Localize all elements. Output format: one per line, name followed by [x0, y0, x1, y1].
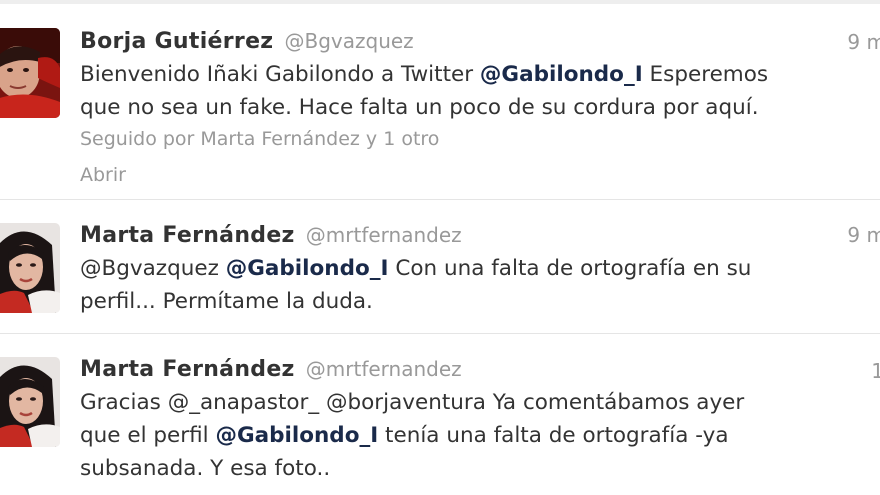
mention-link[interactable]: @_anapastor_	[168, 390, 319, 415]
tweet-text: Bienvenido Iñaki Gabilondo a Twitter @Ga…	[80, 58, 870, 124]
tweet-header: Borja Gutiérrez @Bgvazquez	[80, 24, 414, 58]
mention-link[interactable]: @Gabilondo_I	[480, 62, 643, 87]
tweet-text: Gracias @_anapastor_ @borjaventura Ya co…	[80, 386, 870, 485]
avatar[interactable]	[0, 28, 60, 118]
text-segment: Esperemos	[642, 62, 769, 87]
mention-link[interactable]: @Gabilondo_I	[226, 256, 389, 281]
author-screen-name[interactable]: @mrtfernandez	[306, 357, 462, 381]
text-segment: que el perfil	[80, 423, 216, 448]
author-screen-name[interactable]: @mrtfernandez	[306, 223, 462, 247]
text-segment: tenía una falta de ortografía -ya	[378, 423, 729, 448]
tweet-1[interactable]: Borja Gutiérrez @Bgvazquez 9 m Bienvenid…	[0, 4, 880, 200]
avatar[interactable]	[0, 223, 60, 313]
tweet-text-line: @Bgvazquez @Gabilondo_I Con una falta de…	[80, 252, 870, 285]
text-segment: Ya comentábamos ayer	[485, 390, 745, 415]
tweet-text-line: Bienvenido Iñaki Gabilondo a Twitter @Ga…	[80, 58, 870, 91]
text-segment: Con una falta de ortografía en su	[388, 256, 752, 281]
avatar-marta-image	[0, 357, 60, 447]
avatar-borja-image	[0, 28, 60, 118]
avatar[interactable]	[0, 357, 60, 447]
author-screen-name[interactable]: @Bgvazquez	[285, 29, 414, 53]
tweet-timestamp[interactable]: 9 m	[847, 223, 880, 247]
tweet-timestamp[interactable]: 9 m	[847, 30, 880, 54]
tweet-3[interactable]: Marta Fernández @mrtfernandez 1 Gracias …	[0, 335, 880, 495]
author-name[interactable]: Marta Fernández	[80, 357, 295, 382]
followed-by-text[interactable]: Seguido por Marta Fernández y 1 otro	[80, 128, 439, 150]
tweet-text-line: subsanada. Y esa foto..	[80, 456, 331, 481]
author-name[interactable]: Marta Fernández	[80, 223, 295, 248]
mention-link[interactable]: @Gabilondo_I	[215, 423, 378, 448]
tweet-text-line: que el perfil @Gabilondo_I tenía una fal…	[80, 419, 870, 452]
tweet-header: Marta Fernández @mrtfernandez	[80, 218, 462, 252]
text-segment: Bienvenido Iñaki Gabilondo a Twitter	[80, 62, 480, 87]
tweet-text-line: que no sea un fake. Hace falta un poco d…	[80, 95, 759, 120]
tweet-timestamp[interactable]: 1	[871, 359, 880, 383]
tweet-text-line: Gracias @_anapastor_ @borjaventura Ya co…	[80, 386, 870, 419]
author-name[interactable]: Borja Gutiérrez	[80, 29, 273, 54]
tweet-text: @Bgvazquez @Gabilondo_I Con una falta de…	[80, 252, 870, 318]
avatar-marta-image	[0, 223, 60, 313]
mention-link[interactable]: @Bgvazquez	[80, 256, 219, 281]
tweet-2[interactable]: Marta Fernández @mrtfernandez 9 m @Bgvaz…	[0, 201, 880, 334]
mention-link[interactable]: @borjaventura	[326, 390, 486, 415]
text-segment: Gracias	[80, 390, 168, 415]
tweet-header: Marta Fernández @mrtfernandez	[80, 352, 462, 386]
expand-link[interactable]: Abrir	[80, 164, 126, 186]
tweet-text-line: perfil... Permítame la duda.	[80, 289, 373, 314]
